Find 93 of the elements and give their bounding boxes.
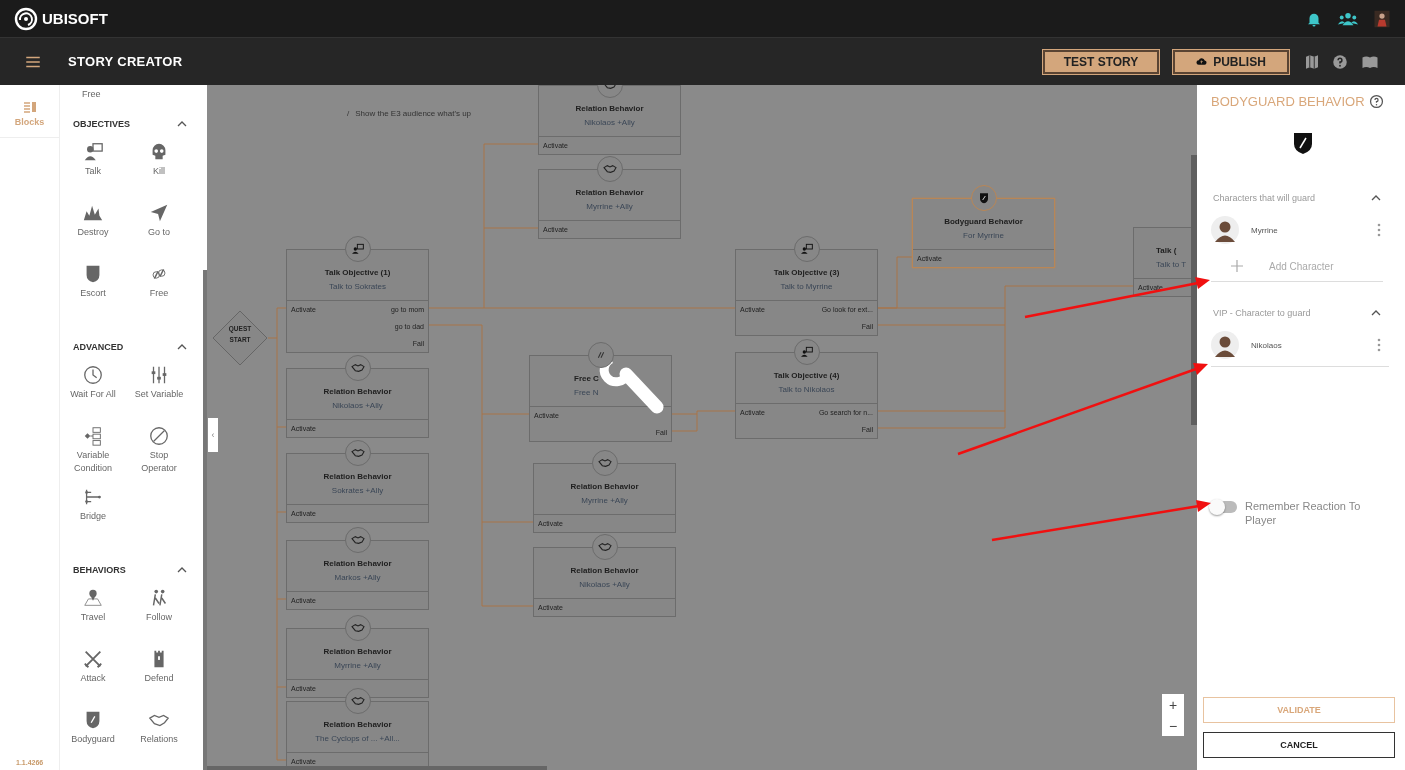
crossed-swords-icon[interactable] bbox=[82, 648, 104, 670]
node-title: Relation Behavior bbox=[570, 565, 639, 575]
node-title: Relation Behavior bbox=[323, 646, 392, 656]
character-name: Myrrine bbox=[1251, 225, 1279, 235]
block-label[interactable]: Free bbox=[82, 88, 101, 101]
block-label[interactable]: Bodyguard bbox=[71, 733, 115, 746]
block-label[interactable]: Bridge bbox=[80, 510, 106, 523]
chevron-icon[interactable] bbox=[177, 565, 187, 575]
node-title: Relation Behavior bbox=[323, 719, 392, 729]
node-title: Relation Behavior bbox=[323, 558, 392, 568]
cancel-button[interactable]: CANCEL bbox=[1203, 732, 1395, 758]
block-label[interactable]: Attack bbox=[80, 672, 106, 685]
help-icon[interactable] bbox=[1368, 94, 1384, 109]
toolbar-button[interactable]: TEST STORY bbox=[1043, 49, 1159, 74]
block-label[interactable]: Escort bbox=[80, 287, 106, 300]
node-subtitle: Sokrates +Ally bbox=[331, 485, 384, 495]
node-title: Relation Behavior bbox=[323, 386, 392, 396]
block-label[interactable]: Destroy bbox=[77, 226, 109, 239]
avatar bbox=[1211, 216, 1239, 244]
section-title: OBJECTIVES bbox=[73, 119, 130, 129]
node-title: Talk Objective (1) bbox=[324, 267, 391, 277]
logo-icon bbox=[14, 6, 38, 31]
breadcrumb-item[interactable]: Show the E3 audience what's up bbox=[355, 109, 472, 118]
block-label[interactable]: Travel bbox=[80, 611, 106, 624]
more-options-icon[interactable] bbox=[1377, 338, 1381, 352]
node-title: Relation Behavior bbox=[575, 103, 644, 113]
block-label[interactable]: Set Variable bbox=[134, 388, 184, 401]
clock-icon[interactable] bbox=[82, 364, 104, 386]
map-pin-icon[interactable] bbox=[82, 587, 104, 609]
chevron-icon[interactable] bbox=[177, 342, 187, 352]
node-title: Talk Objective (3) bbox=[773, 267, 840, 277]
avatar bbox=[1211, 331, 1239, 359]
block-label[interactable]: Defend bbox=[144, 672, 174, 685]
more-options-icon[interactable] bbox=[1377, 223, 1381, 237]
collapse-button[interactable]: ‹ bbox=[208, 418, 218, 452]
talk-icon bbox=[793, 339, 820, 365]
node-subtitle: Myrrine +Ally bbox=[581, 495, 628, 505]
node-title: Bodyguard Behavior bbox=[944, 216, 1023, 226]
node-title: Relation Behavior bbox=[575, 187, 644, 197]
chevron-icon[interactable] bbox=[1371, 308, 1381, 318]
shield-icon bbox=[1292, 131, 1314, 155]
toggle-label: Remember Reaction To Player bbox=[1245, 499, 1362, 527]
plus-icon bbox=[1231, 260, 1243, 272]
block-label[interactable]: Go to bbox=[148, 226, 170, 239]
toggle-switch[interactable] bbox=[1211, 501, 1237, 513]
node-subtitle: Myrrine +Ally bbox=[586, 201, 633, 211]
chevron-icon[interactable] bbox=[1371, 193, 1381, 203]
block-label[interactable]: Variable Condition bbox=[68, 449, 118, 475]
node-title: Talk Objective (4) bbox=[773, 370, 840, 380]
node-subtitle: Markos +Ally bbox=[334, 572, 381, 582]
chevron-icon[interactable] bbox=[177, 119, 187, 129]
node-subtitle: For Myrrine bbox=[963, 230, 1004, 240]
character-name: Nikolaos bbox=[1251, 340, 1283, 350]
prohibited-icon[interactable] bbox=[148, 425, 170, 447]
hierarchy-icon[interactable] bbox=[82, 425, 104, 447]
section-title: BEHAVIORS bbox=[73, 565, 126, 575]
quest-start-node[interactable] bbox=[212, 310, 268, 366]
logo-text: UBISOFT bbox=[42, 10, 108, 27]
app-title: STORY CREATOR bbox=[68, 54, 183, 69]
node-title: Free C bbox=[574, 373, 599, 383]
map-icon[interactable] bbox=[1303, 52, 1321, 71]
breadcrumb-separator: / bbox=[347, 109, 350, 118]
block-label[interactable]: Follow bbox=[146, 611, 172, 624]
node-title: Relation Behavior bbox=[323, 471, 392, 481]
node-subtitle: Free N bbox=[574, 387, 599, 397]
section-title: VIP - Character to guard bbox=[1213, 308, 1311, 318]
section-title: ADVANCED bbox=[73, 342, 124, 352]
block-label[interactable]: Relations bbox=[140, 733, 178, 746]
node-title: Talk ( bbox=[1156, 245, 1177, 255]
node-title: Relation Behavior bbox=[570, 481, 639, 491]
avatar[interactable] bbox=[1373, 9, 1391, 28]
node-subtitle: Talk to T bbox=[1156, 259, 1187, 269]
block-label[interactable]: Kill bbox=[153, 165, 165, 178]
node-subtitle: Nikolaos +Ally bbox=[584, 117, 635, 127]
node-subtitle: Nikolaos +Ally bbox=[332, 400, 383, 410]
node-subtitle: Nikolaos +Ally bbox=[579, 579, 630, 589]
block-label[interactable]: Stop Operator bbox=[134, 449, 184, 475]
talk-icon bbox=[344, 236, 371, 262]
node-subtitle: Myrrine +Ally bbox=[334, 660, 381, 670]
help-icon[interactable] bbox=[1331, 52, 1349, 71]
talk-icon[interactable] bbox=[82, 141, 104, 163]
cloud-upload-icon bbox=[1196, 56, 1208, 67]
node-subtitle: The Cyclops of ... +All... bbox=[315, 733, 400, 743]
panel-title: BODYGUARD BEHAVIOR bbox=[1211, 94, 1365, 109]
section-title: Characters that will guard bbox=[1213, 193, 1316, 203]
block-label[interactable]: Free bbox=[149, 287, 169, 300]
toolbar-button[interactable]: PUBLISH bbox=[1173, 49, 1289, 74]
list-icon bbox=[22, 101, 37, 113]
shield-icon bbox=[970, 185, 997, 211]
block-label[interactable]: Wait For All bbox=[70, 388, 116, 401]
block-label[interactable]: Talk bbox=[85, 165, 101, 178]
node-subtitle: Talk to Sokrates bbox=[329, 281, 386, 291]
talk-icon bbox=[793, 236, 820, 262]
